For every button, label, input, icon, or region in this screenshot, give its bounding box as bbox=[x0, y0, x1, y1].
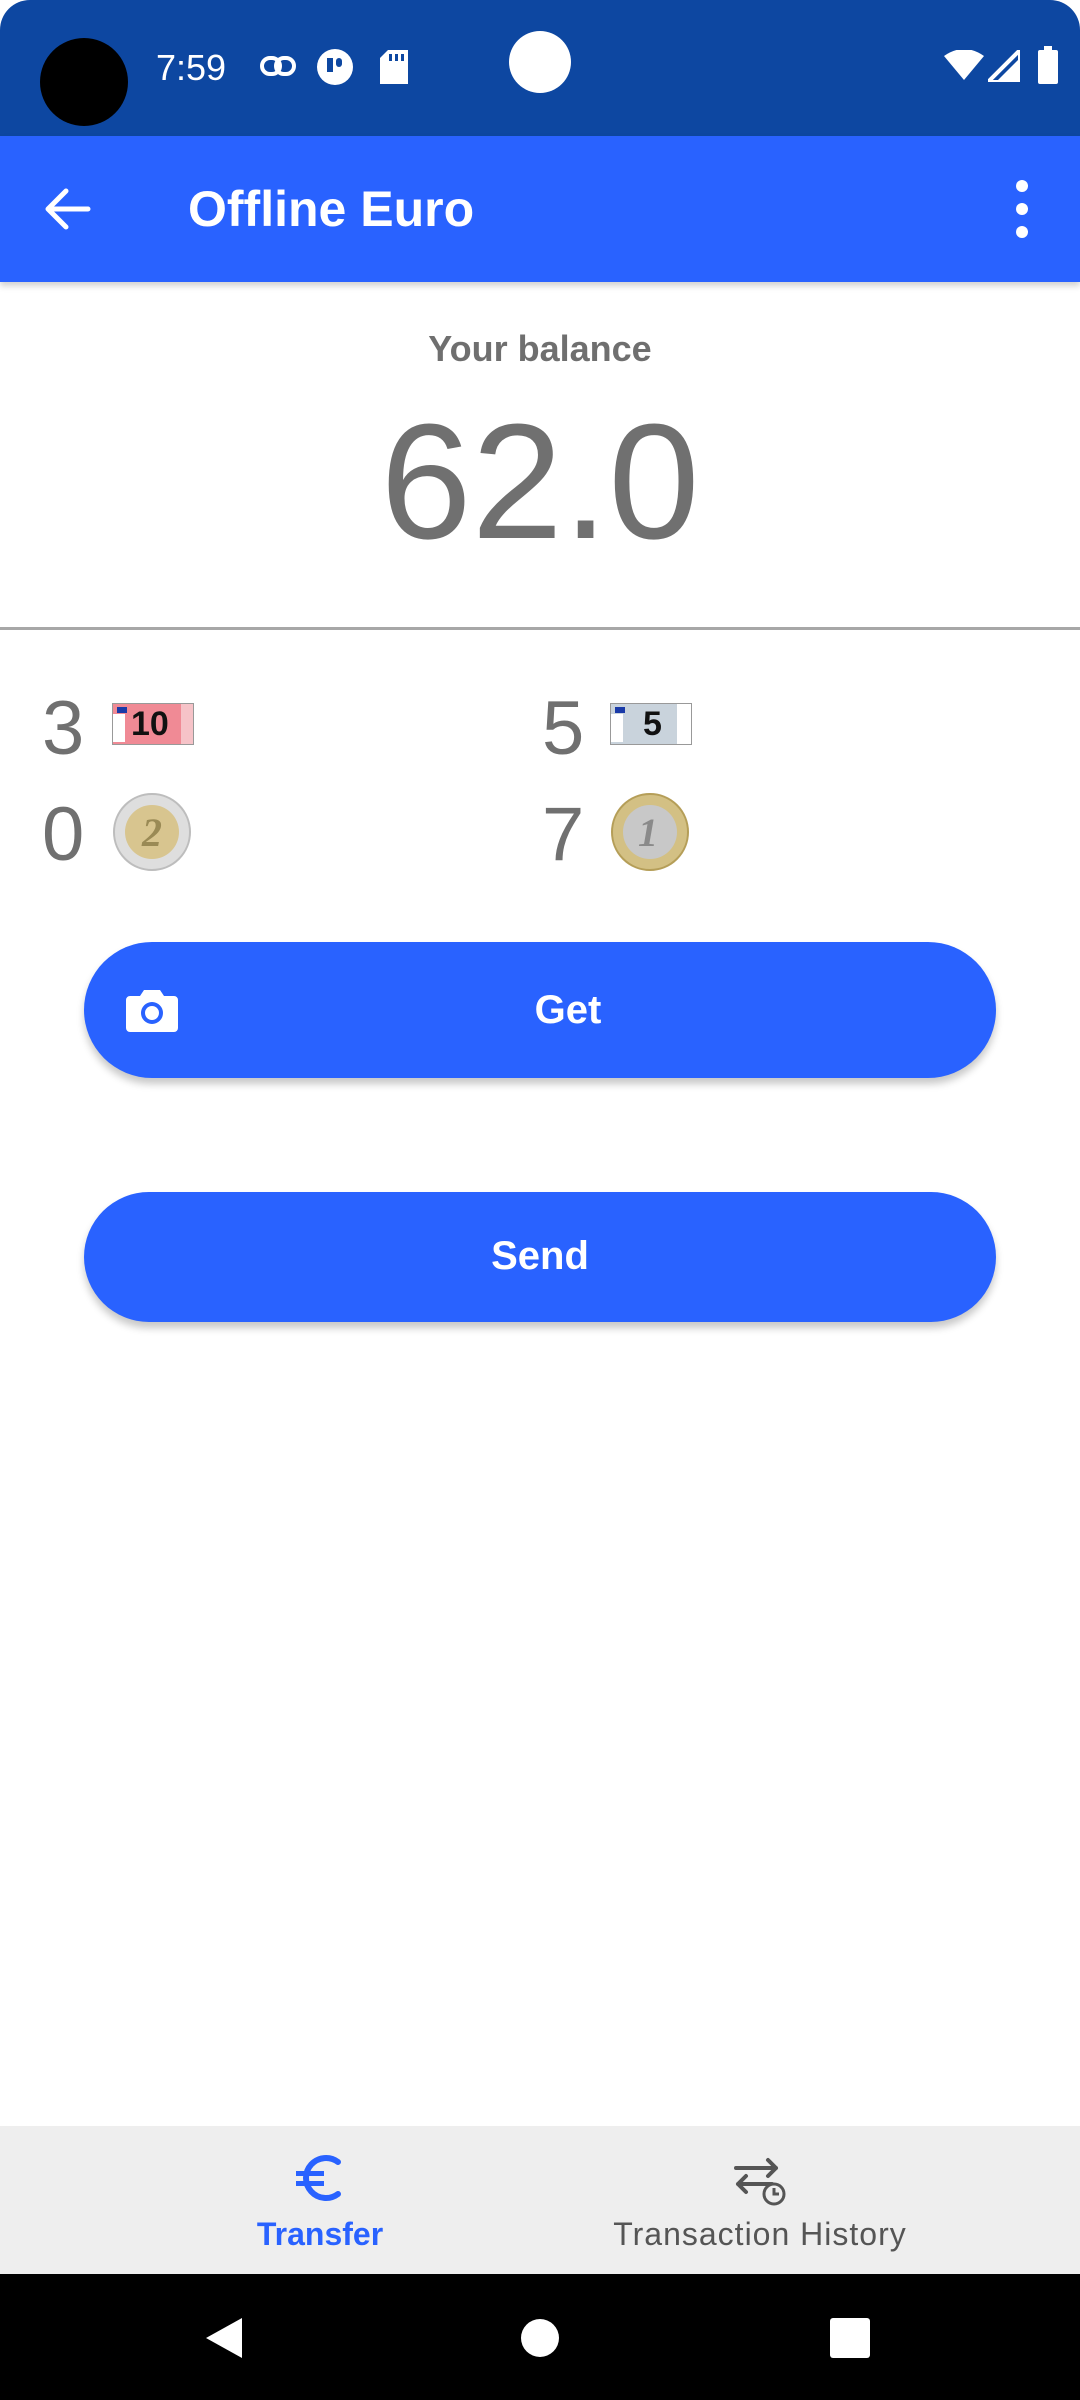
tab-transaction-history[interactable]: Transaction History bbox=[590, 2126, 930, 2274]
one-euro-coin-value: 1 bbox=[638, 810, 658, 855]
ten-euro-note-value: 10 bbox=[131, 705, 169, 743]
tab-transfer[interactable]: Transfer bbox=[220, 2126, 420, 2274]
get-button-label: Get bbox=[534, 988, 602, 1032]
signal-icon bbox=[988, 50, 1020, 82]
notification-icon bbox=[317, 49, 353, 85]
status-bar: 7:59 bbox=[0, 0, 1080, 136]
send-button-label: Send bbox=[491, 1234, 589, 1278]
tab-transfer-label: Transfer bbox=[256, 2216, 384, 2252]
balance-label: Your balance bbox=[428, 328, 652, 369]
send-button[interactable]: Send bbox=[84, 1192, 996, 1322]
five-euro-note-value: 5 bbox=[643, 705, 662, 743]
app-title: Offline Euro bbox=[188, 181, 475, 237]
battery-icon bbox=[1038, 46, 1058, 84]
back-arrow-icon[interactable] bbox=[36, 181, 108, 237]
transaction-history-icon bbox=[734, 2158, 786, 2206]
status-time: 7:59 bbox=[156, 47, 227, 88]
denomination-count-2-coin: 0 bbox=[42, 792, 85, 877]
home-circle-icon[interactable] bbox=[520, 2318, 560, 2358]
get-button[interactable]: Get bbox=[84, 942, 996, 1078]
denomination-count-5-note: 5 bbox=[542, 686, 585, 771]
wifi-icon bbox=[944, 50, 984, 80]
status-dot bbox=[509, 31, 571, 93]
ten-euro-note-icon: 10 bbox=[112, 703, 194, 745]
one-euro-coin-icon: 1 bbox=[611, 793, 689, 871]
euro-icon bbox=[296, 2155, 341, 2201]
recents-square-icon[interactable] bbox=[830, 2318, 870, 2358]
back-triangle-icon[interactable] bbox=[204, 2316, 244, 2360]
tab-transaction-history-label: Transaction History bbox=[613, 2216, 907, 2252]
divider bbox=[0, 627, 1080, 630]
balance-value: 62.0 bbox=[380, 390, 700, 573]
bottom-navigation: Transfer Transaction History bbox=[0, 2126, 1080, 2274]
two-euro-coin-icon: 2 bbox=[113, 793, 191, 871]
camera-cutout bbox=[40, 38, 128, 126]
app-bar: Offline Euro bbox=[0, 136, 1080, 282]
denomination-count-10-note: 3 bbox=[42, 686, 85, 771]
link-icon bbox=[260, 56, 296, 76]
two-euro-coin-value: 2 bbox=[141, 810, 162, 855]
system-navigation-bar bbox=[0, 2274, 1080, 2400]
sd-card-icon bbox=[380, 50, 408, 84]
more-options-icon[interactable] bbox=[1000, 172, 1044, 246]
five-euro-note-icon: 5 bbox=[610, 703, 692, 745]
denomination-count-1-coin: 7 bbox=[542, 792, 585, 877]
